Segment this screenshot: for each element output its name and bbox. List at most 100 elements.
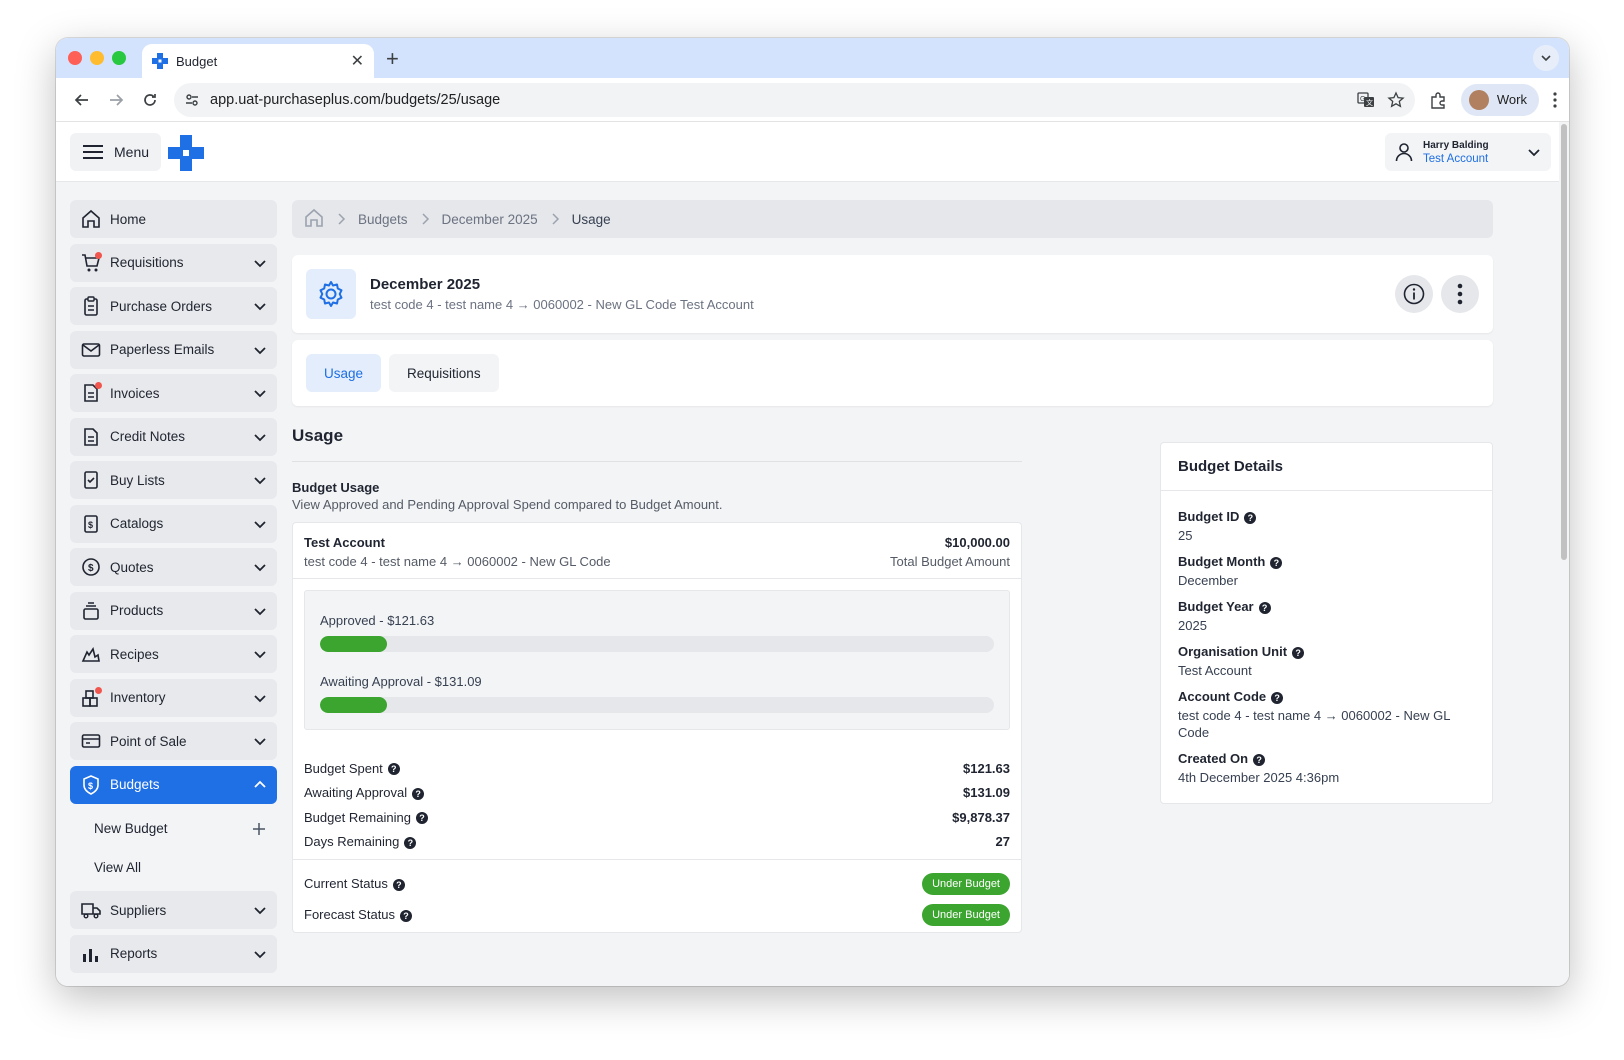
new-tab-icon[interactable]: +	[386, 46, 399, 72]
forward-icon[interactable]	[102, 86, 130, 114]
sidebar-item-label: Buy Lists	[110, 472, 165, 488]
sidebar-item-home[interactable]: Home	[70, 200, 277, 238]
help-icon[interactable]: ?	[404, 836, 417, 849]
sidebar-item-label: Purchase Orders	[110, 298, 213, 314]
main-content: Budgets December 2025 Usage December 202…	[292, 200, 1559, 933]
help-icon[interactable]: ?	[412, 787, 425, 800]
browser-tab[interactable]: Budget ✕	[142, 44, 374, 78]
current-status-label: Current Status	[304, 876, 388, 891]
bookmark-star-icon[interactable]	[1387, 90, 1405, 109]
sidebar-item-paperless-emails[interactable]: Paperless Emails	[70, 330, 277, 369]
stat-label: Awaiting Approval	[304, 785, 408, 801]
window-controls	[68, 51, 126, 65]
detail-label: Created On	[1178, 751, 1249, 766]
chevron-down-icon	[254, 564, 266, 572]
sidebar-subitem-new-budget[interactable]: New Budget	[70, 809, 277, 848]
tabs-bar: Usage Requisitions	[292, 340, 1493, 406]
chevron-down-icon	[254, 477, 266, 485]
budget-stats: Budget Spent? $121.63 Awaiting Approval?…	[293, 756, 1021, 854]
current-status-badge: Under Budget	[922, 872, 1010, 895]
help-icon[interactable]: ?	[1244, 511, 1257, 524]
more-options-button[interactable]	[1441, 275, 1479, 313]
sidebar-item-recipes[interactable]: Recipes	[70, 635, 277, 673]
tab-title: Budget	[176, 53, 218, 69]
sidebar-item-label: Inventory	[110, 690, 166, 705]
forecast-status-label: Forecast Status	[304, 907, 396, 922]
detail-label: Budget ID	[1178, 509, 1240, 524]
detail-account-code: Account Code? test code 4 - test name 4 …	[1178, 689, 1475, 741]
extensions-icon[interactable]	[1429, 91, 1447, 109]
address-bar[interactable]: app.uat-purchaseplus.com/budgets/25/usag…	[174, 82, 1415, 117]
chevron-down-icon	[254, 520, 266, 528]
user-menu[interactable]: Harry Balding Test Account	[1385, 133, 1551, 171]
profile-button[interactable]: Work	[1460, 83, 1539, 116]
chevron-right-icon	[420, 213, 430, 225]
help-icon[interactable]: ?	[387, 763, 400, 776]
sidebar-item-requisitions[interactable]: Requisitions	[70, 243, 277, 282]
usage-title: Usage	[292, 426, 344, 445]
close-window-button[interactable]	[68, 51, 82, 65]
sidebar: Home Requisitions Purchase Orders Paperl…	[70, 200, 277, 978]
minimize-window-button[interactable]	[90, 51, 104, 65]
sidebar-item-reports[interactable]: Reports	[70, 934, 277, 973]
dollar-circle-icon: $	[80, 556, 102, 578]
sidebar-item-catalogs[interactable]: $ Catalogs	[70, 504, 277, 543]
maximize-window-button[interactable]	[112, 51, 126, 65]
plus-icon[interactable]	[251, 821, 267, 837]
help-icon[interactable]: ?	[400, 909, 413, 922]
detail-label: Account Code	[1178, 689, 1267, 704]
translate-icon[interactable]: G文	[1357, 91, 1375, 109]
sidebar-item-invoices[interactable]: Invoices	[70, 374, 277, 412]
stat-value: $131.09	[963, 785, 1010, 801]
tab-usage[interactable]: Usage	[306, 354, 382, 392]
menu-button[interactable]: Menu	[70, 133, 162, 171]
chevron-down-icon	[254, 346, 266, 354]
help-icon[interactable]: ?	[1253, 753, 1266, 766]
breadcrumb-month[interactable]: December 2025	[442, 212, 538, 227]
detail-created-on: Created On? 4th December 2025 4:36pm	[1178, 751, 1475, 786]
purchaseplus-logo[interactable]	[168, 135, 204, 176]
scrollbar-thumb[interactable]	[1561, 124, 1567, 560]
detail-value: Test Account	[1178, 663, 1252, 678]
breadcrumb-budgets[interactable]: Budgets	[358, 212, 408, 227]
invoice-icon	[80, 382, 102, 404]
info-button[interactable]	[1395, 275, 1433, 313]
notification-dot	[95, 382, 102, 389]
home-icon[interactable]	[304, 208, 324, 231]
sidebar-item-products[interactable]: Products	[70, 591, 277, 630]
chevron-up-icon	[254, 780, 266, 788]
help-icon[interactable]: ?	[1270, 556, 1283, 569]
page-subtitle: test code 4 - test name 4 → 0060002 - Ne…	[370, 297, 754, 312]
sidebar-item-suppliers[interactable]: Suppliers	[70, 891, 277, 929]
divider	[292, 461, 1022, 462]
tab-requisitions[interactable]: Requisitions	[389, 354, 499, 392]
sidebar-item-inventory[interactable]: Inventory	[70, 678, 277, 717]
usage-card-header: Test Account test code 4 - test name 4 →…	[293, 523, 1021, 579]
budget-header-card: December 2025 test code 4 - test name 4 …	[292, 255, 1493, 333]
tab-search-button[interactable]	[1533, 45, 1559, 71]
help-icon[interactable]: ?	[415, 812, 428, 825]
sidebar-item-quotes[interactable]: $ Quotes	[70, 548, 277, 586]
close-tab-icon[interactable]: ✕	[351, 51, 364, 71]
sidebar-item-buy-lists[interactable]: Buy Lists	[70, 461, 277, 499]
document-icon	[80, 426, 102, 448]
browser-menu-icon[interactable]	[1553, 91, 1557, 108]
stat-value: $9,878.37	[952, 809, 1010, 825]
help-icon[interactable]: ?	[1292, 646, 1305, 659]
sidebar-subitem-view-all[interactable]: View All	[70, 848, 277, 887]
boxes-icon	[80, 686, 102, 709]
sidebar-item-purchase-orders[interactable]: Purchase Orders	[70, 287, 277, 325]
sidebar-item-point-of-sale[interactable]: Point of Sale	[70, 722, 277, 760]
clipboard-icon	[80, 295, 102, 317]
sidebar-item-credit-notes[interactable]: Credit Notes	[70, 417, 277, 456]
sidebar-item-budgets[interactable]: $ Budgets	[70, 765, 277, 804]
help-icon[interactable]: ?	[1271, 691, 1284, 704]
help-icon[interactable]: ?	[1258, 601, 1271, 614]
back-icon[interactable]	[68, 86, 96, 114]
budget-usage-title: Budget Usage	[292, 480, 380, 495]
page-scrollbar[interactable]	[1559, 122, 1569, 986]
reload-icon[interactable]	[136, 86, 164, 114]
site-settings-icon[interactable]	[184, 92, 200, 108]
help-icon[interactable]: ?	[392, 878, 405, 891]
svg-text:$: $	[88, 520, 93, 530]
